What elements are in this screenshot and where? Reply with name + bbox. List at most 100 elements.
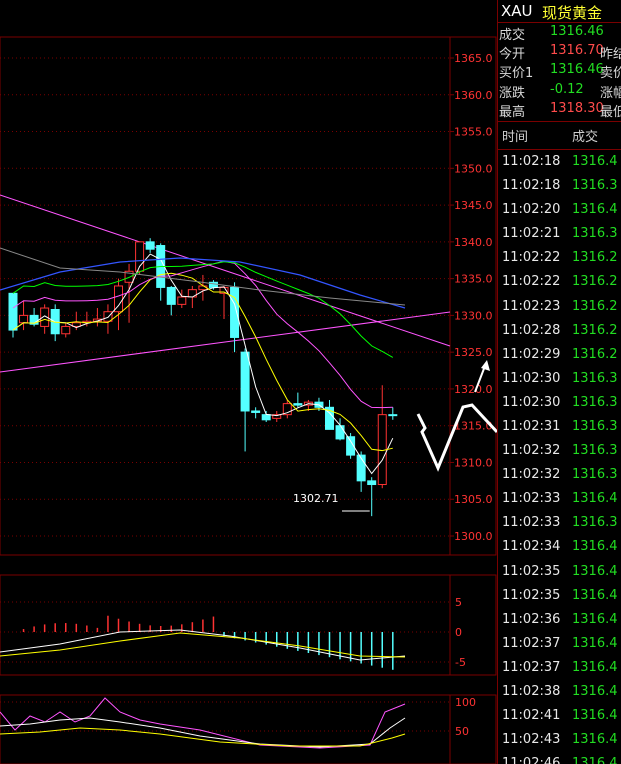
tick-time: 11:02:31 <box>502 418 561 434</box>
tick-time: 11:02:34 <box>502 539 561 555</box>
tick-price: 1316.2 <box>572 250 618 266</box>
price-tick-label: 1305.0 <box>454 493 493 506</box>
kdj-tick-label: 50 <box>455 725 469 738</box>
tick-price: 1316.4 <box>572 611 618 627</box>
tick-row: 11:02:21 1316.3 <box>498 222 621 246</box>
tick-price: 1316.4 <box>572 732 618 748</box>
candle-body <box>61 325 71 335</box>
symbol-name: 现货黄金 <box>542 4 603 22</box>
quote-row: 今开 1316.70昨结 <box>498 42 621 63</box>
tick-row: 11:02:41 1316.4 <box>498 704 621 728</box>
ticks-header-time: 时间 <box>502 129 529 145</box>
candle-body <box>251 410 261 413</box>
tick-time: 11:02:22 <box>502 250 561 266</box>
tick-time: 11:02:37 <box>502 659 561 675</box>
candle-body <box>388 414 398 417</box>
tick-price: 1316.4 <box>572 708 618 724</box>
tick-row: 11:02:32 1316.3 <box>498 463 621 487</box>
price-tick-label: 1330.0 <box>454 309 493 322</box>
quote-value: 1316.46 <box>550 24 604 39</box>
tick-price: 1316.3 <box>572 394 618 410</box>
tick-time: 11:02:29 <box>502 346 561 362</box>
tick-price: 1316.4 <box>572 202 618 218</box>
candle-body <box>166 286 176 305</box>
quote-value: 1318.30 <box>550 100 604 116</box>
ticks-header-price: 成交 <box>572 129 599 145</box>
candle-body <box>8 292 18 331</box>
macd-tick-label: -5 <box>455 656 466 669</box>
candle-body <box>240 351 250 412</box>
tick-price: 1316.3 <box>572 226 618 242</box>
quote-label-secondary: 最低 <box>600 104 621 120</box>
candle-body <box>19 314 29 324</box>
price-tick-label: 1335.0 <box>454 273 493 286</box>
tick-price: 1316.3 <box>572 443 618 459</box>
quote-row: 涨跌 -0.12 涨幅 <box>498 81 621 101</box>
kdj-k-line <box>0 717 406 748</box>
tick-price: 1316.4 <box>572 587 618 603</box>
candle-body <box>261 414 271 421</box>
tick-row: 11:02:30 1316.3 <box>498 391 621 415</box>
quote-value: 1316.46 <box>550 62 604 78</box>
tick-time: 11:02:41 <box>502 708 561 724</box>
tick-price: 1316.4 <box>572 491 618 507</box>
tick-time: 11:02:21 <box>502 226 561 242</box>
tick-time: 11:02:20 <box>502 202 561 218</box>
tick-row: 11:02:37 1316.4 <box>498 656 621 680</box>
symbol-header: XAU 现货黄金 <box>498 0 621 23</box>
trendline-lower <box>0 311 451 373</box>
ticks-header: 时间 成交 <box>498 122 621 150</box>
tick-price: 1316.4 <box>572 153 618 169</box>
kdj-j-line <box>0 697 406 749</box>
price-tick-label: 1365.0 <box>454 52 493 65</box>
tick-list[interactable]: 11:02:18 1316.4 11:02:18 1316.3 11:02:20 1316… <box>498 150 621 764</box>
annotation-arrowhead <box>481 360 490 371</box>
tick-time: 11:02:32 <box>502 443 561 459</box>
quote-side-panel: XAU 现货黄金 成交1316.46今开1316.70昨结买价11316.46卖… <box>497 0 621 764</box>
tick-row: 11:02:30 1316.3 <box>498 367 621 391</box>
price-tick-label: 1325.0 <box>454 346 493 359</box>
tick-time: 11:02:28 <box>502 322 561 338</box>
tick-row: 11:02:22 1316.2 <box>498 246 621 270</box>
tick-row: 11:02:37 1316.4 <box>498 632 621 656</box>
tick-row: 11:02:33 1316.4 <box>498 487 621 511</box>
tick-row: 11:02:36 1316.4 <box>498 608 621 632</box>
quote-table: 成交1316.46今开1316.70昨结买价11316.46卖价涨跌-0.12涨… <box>498 23 621 122</box>
tick-row: 11:02:29 1316.2 <box>498 343 621 367</box>
kline-chart[interactable]: 1365.0 1360.0 1355.0 1350.0 1345.0 1340.0 1335… <box>0 0 497 764</box>
tick-price: 1316.3 <box>572 418 618 434</box>
tick-row: 11:02:18 1316.4 <box>498 150 621 174</box>
macd-tick-label: 0 <box>455 626 462 639</box>
quote-label-secondary: 涨幅 <box>600 85 621 101</box>
quote-label: 涨跌 <box>499 85 526 101</box>
price-panel-frame <box>0 36 497 556</box>
tick-time: 11:02:30 <box>502 394 561 410</box>
tick-row: 11:02:23 1316.2 <box>498 295 621 319</box>
macd-panel-frame <box>0 574 497 676</box>
price-tick-label: 1310.0 <box>454 456 493 469</box>
tick-price: 1316.4 <box>572 635 618 651</box>
tick-row: 11:02:35 1316.4 <box>498 560 621 584</box>
macd-tick-label: 5 <box>455 596 462 609</box>
quote-label: 今开 <box>499 47 526 63</box>
tick-row: 11:02:32 1316.3 <box>498 439 621 463</box>
tick-time: 11:02:37 <box>502 635 561 651</box>
tick-price: 1316.2 <box>572 274 618 290</box>
tick-row: 11:02:33 1316.3 <box>498 511 621 535</box>
tick-price: 1316.3 <box>572 467 618 483</box>
quote-label-secondary: 昨结 <box>600 47 621 63</box>
quote-value: 1316.70 <box>550 43 604 59</box>
tick-price: 1316.3 <box>572 515 618 531</box>
symbol-code: XAU <box>501 2 533 20</box>
tick-time: 11:02:38 <box>502 684 561 699</box>
price-tick-label: 1300.0 <box>454 530 493 543</box>
candle-body <box>177 296 187 305</box>
tick-time: 11:02:36 <box>502 611 561 627</box>
tick-price: 1316.3 <box>572 178 618 194</box>
tick-row: 11:02:22 1316.2 <box>498 270 621 294</box>
tick-row: 11:02:31 1316.3 <box>498 415 621 439</box>
kdj-panel-frame <box>0 694 497 764</box>
kline-chart-area[interactable]: 1365.0 1360.0 1355.0 1350.0 1345.0 1340.0 1335… <box>0 0 497 764</box>
quote-row: 成交 1316.46 <box>498 23 621 43</box>
price-tick-label: 1320.0 <box>454 383 493 396</box>
